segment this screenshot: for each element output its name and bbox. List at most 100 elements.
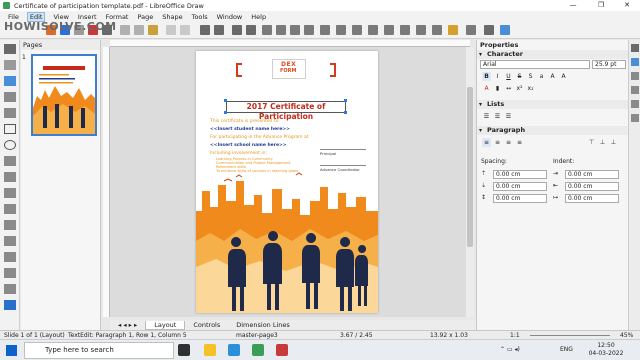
show-draw-functions-icon[interactable]	[466, 25, 476, 35]
select-icon[interactable]	[4, 44, 16, 54]
document-page[interactable]: DEX FORM 2017 Certificate of Participati…	[196, 51, 378, 313]
arrow-tool-icon[interactable]	[4, 156, 16, 166]
zoom-pan-icon[interactable]	[232, 25, 242, 35]
sidebar-menu-icon[interactable]	[631, 44, 639, 52]
font-color-icon[interactable]: A	[482, 84, 491, 93]
align-middle-icon[interactable]: ⊥	[598, 138, 607, 147]
below-spacing-field[interactable]: 0.00 cm	[493, 182, 547, 191]
tab-dimension-lines[interactable]: Dimension Lines	[228, 321, 298, 329]
cut-icon[interactable]	[120, 25, 130, 35]
horizontal-ruler[interactable]	[110, 40, 470, 47]
grid-icon[interactable]	[200, 25, 210, 35]
fill-color-icon[interactable]	[4, 92, 16, 102]
selection-handle[interactable]	[224, 111, 227, 114]
align-icon[interactable]	[336, 25, 346, 35]
menu-help[interactable]: Help	[251, 13, 266, 21]
italic-icon[interactable]: I	[493, 72, 502, 81]
table-icon[interactable]	[304, 25, 314, 35]
block-arrows-icon[interactable]	[4, 236, 16, 246]
basic-shapes-icon[interactable]	[4, 204, 16, 214]
first-line-indent-field[interactable]: 0.00 cm	[565, 194, 619, 203]
strikethrough-icon[interactable]: S	[515, 72, 524, 81]
font-size-field[interactable]: 25.9 pt	[592, 60, 626, 69]
zoom-slider[interactable]	[530, 335, 610, 336]
pdf-icon[interactable]	[276, 344, 288, 356]
task-view-icon[interactable]	[178, 344, 190, 356]
tab-nav-arrows[interactable]: ◂ ◂ ▸ ▸	[110, 321, 145, 329]
transformations-icon[interactable]	[320, 25, 330, 35]
minimize-button[interactable]: —	[560, 0, 586, 11]
before-indent-field[interactable]: 0.00 cm	[565, 170, 619, 179]
grow-font-icon[interactable]: A	[548, 72, 557, 81]
tab-controls[interactable]: Controls	[185, 321, 228, 329]
spacing-icon[interactable]: ↔	[504, 84, 513, 93]
connector-tool-icon[interactable]	[4, 188, 16, 198]
shadow-text-icon[interactable]: S	[526, 72, 535, 81]
character-section-header[interactable]: Character	[477, 50, 629, 59]
symbol-shapes-icon[interactable]	[4, 220, 16, 230]
arrange-icon[interactable]	[352, 25, 362, 35]
tray-icons[interactable]: ⌃ ▭ ◂)	[500, 346, 520, 353]
menu-page[interactable]: Page	[137, 13, 153, 21]
stars-icon[interactable]	[4, 284, 16, 294]
font-name-field[interactable]: Arial	[480, 60, 590, 69]
align-center-icon[interactable]: ≡	[493, 138, 502, 147]
paste-icon[interactable]	[148, 25, 158, 35]
menu-window[interactable]: Window	[217, 13, 243, 21]
selection-handle[interactable]	[344, 99, 347, 102]
lists-section-header[interactable]: Lists	[477, 100, 629, 109]
menu-tools[interactable]: Tools	[192, 13, 208, 21]
taskbar-time[interactable]: 12:50	[586, 342, 626, 349]
fontwork-icon[interactable]	[290, 25, 300, 35]
certificate-title[interactable]: 2017 Certificate of Participation	[226, 101, 346, 121]
undo-icon[interactable]	[166, 25, 176, 35]
curve-tool-icon[interactable]	[4, 172, 16, 182]
shapes-deck-icon[interactable]	[631, 114, 639, 122]
helplines-icon[interactable]	[214, 25, 224, 35]
curve-icon[interactable]	[500, 25, 510, 35]
tab-layout[interactable]: Layout	[145, 320, 186, 330]
drawing-canvas[interactable]: DEX FORM 2017 Certificate of Participati…	[110, 47, 466, 317]
glue-icon[interactable]	[432, 25, 442, 35]
rectangle-tool-icon[interactable]	[4, 124, 16, 134]
image-icon[interactable]	[262, 25, 272, 35]
points-icon[interactable]	[416, 25, 426, 35]
align-left-icon[interactable]: ≡	[482, 138, 491, 147]
align-bottom-icon[interactable]: ⊥	[609, 138, 618, 147]
outline-list-icon[interactable]: ☰	[504, 112, 513, 121]
flowchart-icon[interactable]	[4, 252, 16, 262]
vertical-scrollbar[interactable]	[466, 47, 474, 317]
subscript-icon[interactable]: x₂	[526, 84, 535, 93]
toggle-extrusion-icon[interactable]	[448, 25, 458, 35]
superscript-icon[interactable]: x²	[515, 84, 524, 93]
redo-icon[interactable]	[180, 25, 190, 35]
paragraph-section-header[interactable]: Paragraph	[477, 126, 629, 135]
menu-shape[interactable]: Shape	[162, 13, 182, 21]
justify-icon[interactable]: ≡	[515, 138, 524, 147]
scrollbar-thumb[interactable]	[467, 87, 473, 247]
styles-deck-icon[interactable]	[631, 72, 639, 80]
selection-handle[interactable]	[344, 111, 347, 114]
numbered-list-icon[interactable]: ☰	[493, 112, 502, 121]
case-icon[interactable]: a	[537, 72, 546, 81]
copy-icon[interactable]	[134, 25, 144, 35]
text-tool-icon[interactable]	[4, 76, 16, 86]
language-indicator[interactable]: ENG	[560, 346, 573, 353]
highlight-icon[interactable]: ▮	[493, 84, 502, 93]
maximize-button[interactable]: ❐	[588, 0, 614, 11]
taskbar-search-input[interactable]: Type here to search	[24, 342, 174, 359]
shrink-font-icon[interactable]: A	[559, 72, 568, 81]
ellipse-tool-icon[interactable]	[4, 140, 16, 150]
file-explorer-icon[interactable]	[204, 344, 216, 356]
shadow-icon[interactable]	[368, 25, 378, 35]
align-right-icon[interactable]: ≡	[504, 138, 513, 147]
vertical-ruler[interactable]	[103, 47, 110, 317]
crop-icon[interactable]	[384, 25, 394, 35]
after-indent-field[interactable]: 0.00 cm	[565, 182, 619, 191]
bulleted-list-icon[interactable]: ☰	[482, 112, 491, 121]
start-icon[interactable]	[6, 345, 17, 356]
zoom-tool-icon[interactable]	[4, 60, 16, 70]
edge-icon[interactable]	[228, 344, 240, 356]
page-thumbnail[interactable]	[31, 54, 97, 136]
callouts-icon[interactable]	[4, 268, 16, 278]
